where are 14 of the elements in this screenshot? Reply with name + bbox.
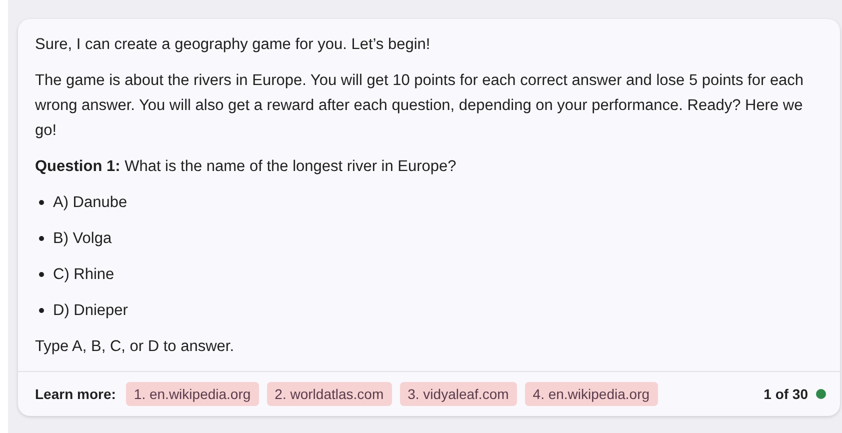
- response-counter: 1 of 30: [764, 386, 808, 402]
- option-text: B) Volga: [53, 229, 112, 249]
- source-link[interactable]: 1. en.wikipedia.org: [126, 382, 259, 406]
- message-paragraph: Question 1: What is the name of the longest river in Europe?: [35, 157, 458, 177]
- option-text: C) Rhine: [53, 265, 114, 285]
- source-link[interactable]: 3. vidyaleaf.com: [400, 382, 517, 406]
- message-paragraph: The game is about the rivers in Europe. You will get 10 points for each correct answer and lose 5 points for each wrong answer. You will also get a reward after each question, depending on your performance. Ready? Here we go!: [35, 71, 805, 141]
- learn-more-label: Learn more:: [35, 386, 116, 402]
- option-text: A) Danube: [53, 193, 128, 213]
- option-text: D) Dnieper: [53, 301, 128, 321]
- message-paragraph: Sure, I can create a geography game for you. Let’s begin!: [35, 35, 432, 55]
- source-link[interactable]: 4. en.wikipedia.org: [524, 382, 658, 406]
- message-paragraph: Type A, B, C, or D to answer.: [35, 337, 236, 357]
- source-link[interactable]: 2. worldatlas.com: [266, 382, 392, 406]
